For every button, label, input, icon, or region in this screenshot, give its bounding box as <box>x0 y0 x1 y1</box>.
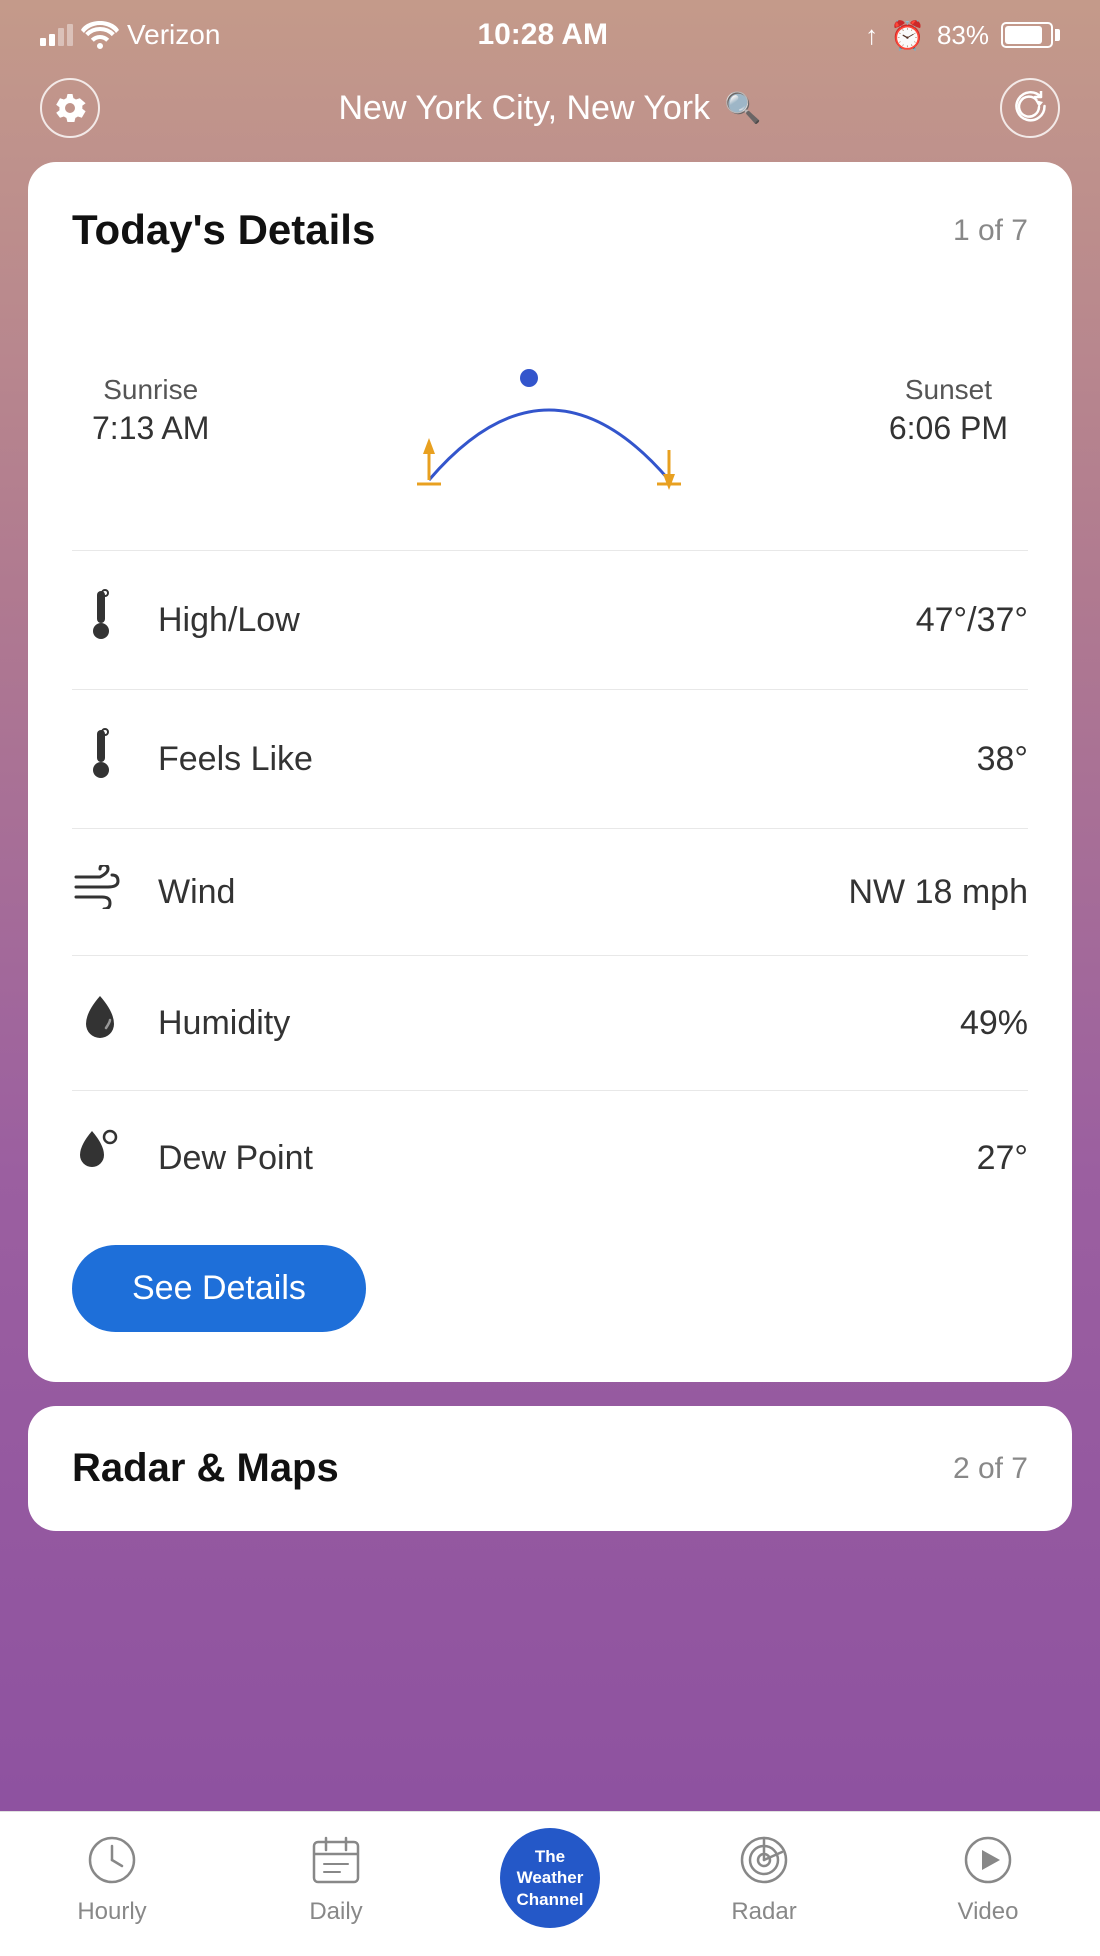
location-icon: ↑ <box>865 20 878 51</box>
alarm-icon: ⏰ <box>890 19 925 52</box>
sun-arc-svg <box>399 320 699 500</box>
play-icon <box>958 1830 1018 1890</box>
signal-bar-1 <box>40 38 46 46</box>
todays-details-card: Today's Details 1 of 7 Sunrise 7:13 AM <box>28 162 1072 1382</box>
dew-point-icon <box>72 1127 128 1189</box>
bottom-nav: Hourly Daily TheWeatherChannel <box>0 1811 1100 1956</box>
radar-card-pagination: 2 of 7 <box>953 1452 1028 1486</box>
humidity-value: 49% <box>960 1004 1028 1043</box>
search-icon: 🔍 <box>724 91 761 126</box>
thermometer-icon <box>72 587 128 653</box>
wind-value: NW 18 mph <box>849 873 1029 912</box>
card-pagination: 1 of 7 <box>953 214 1028 248</box>
dew-point-value: 27° <box>977 1139 1028 1178</box>
feels-like-icon <box>72 726 128 792</box>
radar-card-title: Radar & Maps <box>72 1446 339 1491</box>
app-header: New York City, New York 🔍 <box>0 62 1100 162</box>
radar-maps-card: Radar & Maps 2 of 7 <box>28 1406 1072 1531</box>
wind-left: Wind <box>72 865 235 919</box>
battery-icon <box>1001 22 1060 48</box>
carrier-name: Verizon <box>127 19 220 51</box>
dew-point-label: Dew Point <box>158 1139 313 1178</box>
settings-button[interactable] <box>40 78 100 138</box>
sunset-value: 6:06 PM <box>889 410 1008 447</box>
humidity-label: Humidity <box>158 1004 290 1043</box>
sun-arc-container <box>229 320 868 500</box>
status-bar: Verizon 10:28 AM ↑ ⏰ 83% <box>0 0 1100 62</box>
signal-bar-3 <box>58 28 64 46</box>
refresh-icon <box>1013 91 1047 125</box>
nav-video[interactable]: Video <box>928 1830 1048 1926</box>
refresh-button[interactable] <box>1000 78 1060 138</box>
humidity-icon <box>72 992 128 1054</box>
calendar-icon <box>306 1830 366 1890</box>
twc-logo-circle: TheWeatherChannel <box>500 1828 600 1928</box>
signal-bar-4 <box>67 24 73 46</box>
signal-bar-2 <box>49 34 55 46</box>
feels-like-left: Feels Like <box>72 726 313 792</box>
sunrise-time: Sunrise 7:13 AM <box>92 374 209 447</box>
wifi-icon <box>81 21 119 49</box>
status-right: ↑ ⏰ 83% <box>865 19 1060 52</box>
status-left: Verizon <box>40 19 220 51</box>
status-time: 10:28 AM <box>477 18 608 52</box>
humidity-left: Humidity <box>72 992 290 1054</box>
video-label: Video <box>958 1898 1019 1926</box>
card-title: Today's Details <box>72 206 375 254</box>
card-header: Today's Details 1 of 7 <box>72 206 1028 254</box>
feels-like-row: Feels Like 38° <box>72 689 1028 828</box>
sun-section: Sunrise 7:13 AM Sunset 6:06 PM <box>72 290 1028 550</box>
hourly-label: Hourly <box>77 1898 146 1926</box>
dew-point-left: Dew Point <box>72 1127 313 1189</box>
feels-like-value: 38° <box>977 740 1028 779</box>
sunrise-label: Sunrise <box>92 374 209 406</box>
high-low-left: High/Low <box>72 587 300 653</box>
nav-daily[interactable]: Daily <box>276 1830 396 1926</box>
radar-icon <box>734 1830 794 1890</box>
gear-icon <box>54 92 86 124</box>
wind-icon <box>72 865 128 919</box>
battery-percent: 83% <box>937 20 989 51</box>
high-low-label: High/Low <box>158 601 300 640</box>
nav-twc[interactable]: TheWeatherChannel <box>500 1828 600 1928</box>
nav-hourly[interactable]: Hourly <box>52 1830 172 1926</box>
daily-label: Daily <box>309 1898 362 1926</box>
see-details-button[interactable]: See Details <box>72 1245 366 1332</box>
high-low-value: 47°/37° <box>916 601 1028 640</box>
high-low-row: High/Low 47°/37° <box>72 550 1028 689</box>
humidity-row: Humidity 49% <box>72 955 1028 1090</box>
location-text: New York City, New York <box>338 89 710 128</box>
radar-label: Radar <box>731 1898 796 1926</box>
twc-logo-text: TheWeatherChannel <box>512 1842 587 1914</box>
clock-icon <box>82 1830 142 1890</box>
sunrise-value: 7:13 AM <box>92 410 209 447</box>
sunset-label: Sunset <box>889 374 1008 406</box>
location-title[interactable]: New York City, New York 🔍 <box>338 89 761 128</box>
feels-like-label: Feels Like <box>158 740 313 779</box>
nav-radar[interactable]: Radar <box>704 1830 824 1926</box>
signal-bars <box>40 24 73 46</box>
sunset-time: Sunset 6:06 PM <box>889 374 1008 447</box>
wind-label: Wind <box>158 873 235 912</box>
wind-row: Wind NW 18 mph <box>72 828 1028 955</box>
dew-point-row: Dew Point 27° <box>72 1090 1028 1225</box>
